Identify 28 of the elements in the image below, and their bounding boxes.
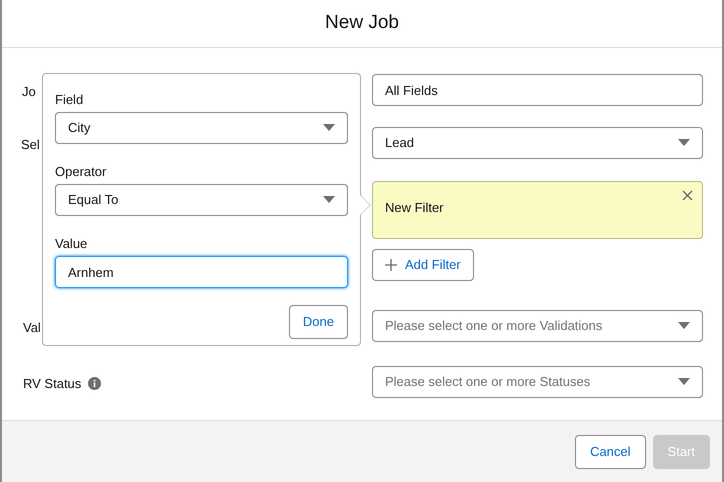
object-label: Sel <box>21 136 40 154</box>
validations-label: Val <box>23 319 41 337</box>
object-select[interactable]: Lead <box>372 127 703 159</box>
value-label: Value <box>55 236 88 252</box>
cancel-button[interactable]: Cancel <box>575 434 646 468</box>
caret-icon <box>323 196 335 204</box>
plus-icon <box>385 259 397 271</box>
status-select[interactable]: Please select one or more Statuses <box>372 366 703 398</box>
value-field[interactable]: Arnhem <box>55 256 348 288</box>
field-label: Field <box>55 92 84 108</box>
caret-icon <box>678 378 690 386</box>
filter-card[interactable]: New Filter <box>372 181 703 239</box>
filter-label: New Filter <box>385 200 444 215</box>
add-filter-button[interactable]: Add Filter <box>372 249 474 281</box>
caret-icon <box>678 322 690 330</box>
validations-select[interactable]: Please select one or more Validations <box>372 310 703 342</box>
status-label: RV Status <box>23 375 82 393</box>
job-label: Jo <box>22 83 36 101</box>
operator-label: Operator <box>55 164 108 180</box>
done-button[interactable]: Done <box>288 305 348 339</box>
caret-icon <box>323 124 335 132</box>
job-name-field[interactable]: All Fields <box>372 74 703 106</box>
operator-select[interactable]: Equal To <box>55 184 348 216</box>
caret-icon <box>678 139 690 147</box>
close-icon[interactable] <box>682 190 693 201</box>
dialog-title: New Job <box>325 11 399 36</box>
info-icon[interactable] <box>88 377 102 390</box>
field-select[interactable]: City <box>55 112 348 144</box>
